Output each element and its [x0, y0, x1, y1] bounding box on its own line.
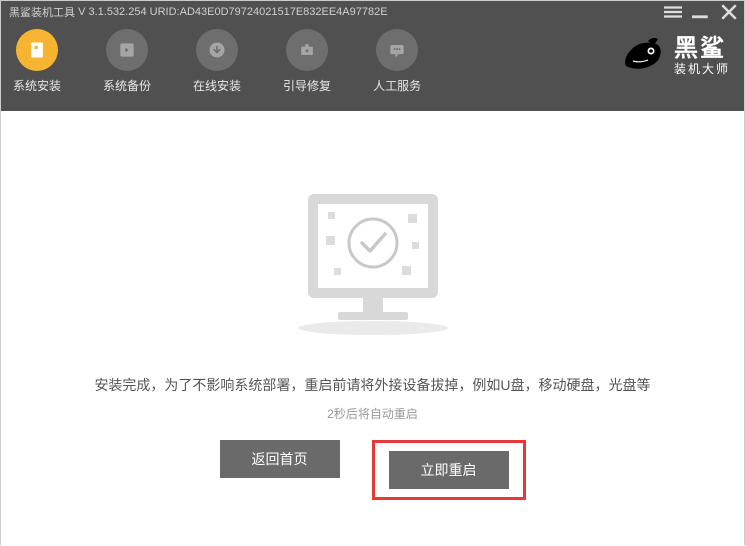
content: 安装完成，为了不影响系统部署，重启前请将外接设备拔掉，例如U盘，移动硬盘，光盘等…: [1, 111, 744, 546]
header: 黑鲨装机工具 V 3.1.532.254 URID: AD43E0D797240…: [1, 1, 744, 111]
install-icon: [16, 29, 58, 71]
highlight-box: 立即重启: [372, 440, 526, 500]
success-illustration: [278, 178, 468, 343]
urid-label: URID:: [150, 6, 180, 18]
countdown-text: 2秒后将自动重启: [327, 405, 418, 422]
logo-title: 黑鲨: [674, 35, 730, 63]
nav-label: 系统安装: [13, 77, 61, 94]
nav-item-system-backup[interactable]: 系统备份: [103, 29, 151, 94]
backup-icon: [106, 29, 148, 71]
nav-label: 引导修复: [283, 77, 331, 94]
download-icon: [196, 29, 238, 71]
logo-subtitle: 装机大师: [674, 63, 730, 77]
nav-label: 人工服务: [373, 77, 421, 94]
version: 3.1.532.254: [88, 6, 146, 18]
app-name: 黑鲨装机工具: [9, 4, 75, 20]
nav-item-support[interactable]: 人工服务: [373, 29, 421, 94]
close-button[interactable]: [720, 3, 738, 21]
logo: 黑鲨 装机大师: [618, 31, 730, 81]
window-controls: [664, 3, 738, 21]
version-prefix: V: [78, 6, 85, 18]
minimize-button[interactable]: [692, 3, 710, 21]
titlebar: 黑鲨装机工具 V 3.1.532.254 URID: AD43E0D797240…: [1, 1, 744, 23]
urid-value: AD43E0D79724021517E832EE4A97782E: [180, 6, 388, 18]
nav-item-system-install[interactable]: 系统安装: [13, 29, 61, 94]
nav-label: 系统备份: [103, 77, 151, 94]
shark-icon: [618, 31, 668, 81]
button-row: 返回首页 立即重启: [220, 440, 526, 500]
menu-button[interactable]: [664, 3, 682, 21]
nav-item-online-install[interactable]: 在线安装: [193, 29, 241, 94]
nav-item-boot-repair[interactable]: 引导修复: [283, 29, 331, 94]
repair-icon: [286, 29, 328, 71]
completion-message: 安装完成，为了不影响系统部署，重启前请将外接设备拔掉，例如U盘，移动硬盘，光盘等: [94, 375, 650, 395]
restart-now-button[interactable]: 立即重启: [389, 451, 509, 489]
back-home-button[interactable]: 返回首页: [220, 440, 340, 478]
nav-label: 在线安装: [193, 77, 241, 94]
chat-icon: [376, 29, 418, 71]
